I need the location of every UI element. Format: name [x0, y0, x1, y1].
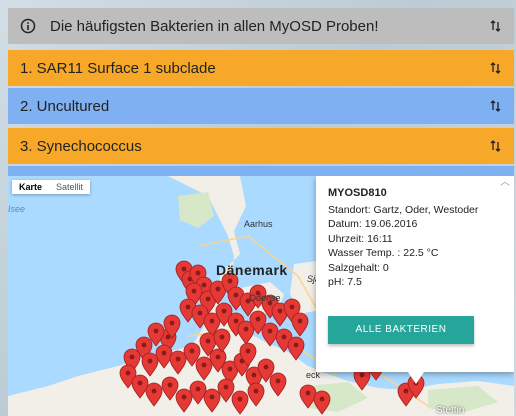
- map-label-denmark: Dänemark: [216, 262, 288, 278]
- info-station: MYOSD810: [328, 187, 387, 199]
- map-marker-dot: [359, 372, 365, 378]
- map-view[interactable]: Karte Satellit Isee Aarhus Dänemark Oden…: [8, 176, 514, 416]
- map-marker-dot: [201, 282, 207, 288]
- map-marker-dot: [209, 394, 215, 400]
- map-marker-dot: [267, 328, 273, 334]
- all-bacteria-button[interactable]: Alle Bakterien: [328, 316, 474, 344]
- map-marker-dot: [251, 372, 257, 378]
- panel-label: 2. Uncultured: [20, 97, 110, 115]
- map-marker-dot: [201, 362, 207, 368]
- map-marker-dot: [185, 304, 191, 310]
- map-marker-dot: [209, 318, 215, 324]
- map-marker-dot: [195, 386, 201, 392]
- info-salzgehalt: Salzgehalt: 0: [328, 261, 389, 274]
- map-marker-dot: [151, 388, 157, 394]
- panel-sar11[interactable]: 1. SAR11 Surface 1 subclade: [8, 50, 514, 86]
- info-window: ︿ MYOSD810 Standort: Gartz, Oder, Westod…: [316, 176, 514, 372]
- map-marker-dot: [189, 348, 195, 354]
- map-marker-dot: [167, 382, 173, 388]
- map-marker-dot: [181, 266, 187, 272]
- map-marker-dot: [215, 286, 221, 292]
- map-marker-dot: [137, 380, 143, 386]
- map-marker-dot: [129, 354, 135, 360]
- map-marker-dot: [219, 334, 225, 340]
- panel-uncultured[interactable]: 2. Uncultured: [8, 88, 514, 124]
- map-marker-dot: [403, 388, 409, 394]
- panel-label: 1. SAR11 Surface 1 subclade: [20, 59, 216, 77]
- map-marker-dot: [169, 320, 175, 326]
- map-type-control[interactable]: Karte Satellit: [12, 180, 91, 194]
- map-marker-dot: [227, 278, 233, 284]
- map-marker-dot: [319, 396, 325, 402]
- map-marker-dot: [205, 338, 211, 344]
- header-title: Die häufigsten Bakterien in allen MyOSD …: [50, 17, 379, 35]
- map-marker-dot: [221, 308, 227, 314]
- map-marker-dot: [281, 334, 287, 340]
- info-icon: [20, 18, 36, 34]
- map-marker-dot: [181, 394, 187, 400]
- sort-icon[interactable]: [490, 99, 502, 113]
- collapse-icon[interactable]: ︿: [500, 176, 510, 191]
- info-standort: Standort: Gartz, Oder, Westoder: [328, 203, 479, 216]
- map-marker-dot: [255, 316, 261, 322]
- map-marker-dot: [195, 270, 201, 276]
- map-marker-dot: [275, 378, 281, 384]
- map-marker-dot: [233, 292, 239, 298]
- map-marker-dot: [191, 288, 197, 294]
- map-marker-dot: [237, 396, 243, 402]
- map-marker-dot: [245, 348, 251, 354]
- map-label-stettin: Stettin: [436, 405, 465, 416]
- map-label-isee: Isee: [8, 204, 26, 214]
- panel-label: 3. Synechococcus: [20, 137, 142, 155]
- info-window-tail: [408, 372, 424, 384]
- map-marker-dot: [253, 388, 259, 394]
- map-marker-dot: [197, 310, 203, 316]
- map-marker-dot: [289, 304, 295, 310]
- map-label-odense: Odense: [249, 293, 281, 303]
- map-marker-dot: [215, 354, 221, 360]
- map-marker-dot: [153, 328, 159, 334]
- map-marker-dot: [227, 366, 233, 372]
- info-uhrzeit: Uhrzeit: 16:11: [328, 232, 393, 245]
- sort-icon[interactable]: [490, 19, 502, 33]
- info-ph: pH: 7.5: [328, 276, 362, 288]
- map-label-aarhus: Aarhus: [244, 219, 273, 229]
- map-marker-dot: [277, 308, 283, 314]
- map-marker-dot: [293, 342, 299, 348]
- map-marker-dot: [141, 342, 147, 348]
- map-marker-dot: [263, 364, 269, 370]
- map-type-satellite[interactable]: Satellit: [49, 180, 90, 194]
- map-marker-dot: [175, 356, 181, 362]
- map-marker-dot: [205, 296, 211, 302]
- map-marker-dot: [305, 390, 311, 396]
- map-marker-dot: [147, 358, 153, 364]
- map-marker-dot: [297, 318, 303, 324]
- info-wasser-temp: Wasser Temp. : 22.5 °C: [328, 247, 439, 259]
- map-marker-dot: [233, 318, 239, 324]
- sort-icon[interactable]: [490, 139, 502, 153]
- map-marker-dot: [223, 384, 229, 390]
- panel-synechococcus[interactable]: 3. Synechococcus: [8, 128, 514, 164]
- map-marker-dot: [243, 326, 249, 332]
- map-type-karte[interactable]: Karte: [12, 180, 49, 194]
- bacteria-header[interactable]: Die häufigsten Bakterien in allen MyOSD …: [8, 8, 514, 44]
- info-datum: Datum: 19.06.2016: [328, 218, 418, 230]
- sort-icon[interactable]: [490, 61, 502, 75]
- panel-partial[interactable]: [8, 166, 514, 176]
- map-marker-dot: [125, 370, 131, 376]
- map-marker-dot: [161, 350, 167, 356]
